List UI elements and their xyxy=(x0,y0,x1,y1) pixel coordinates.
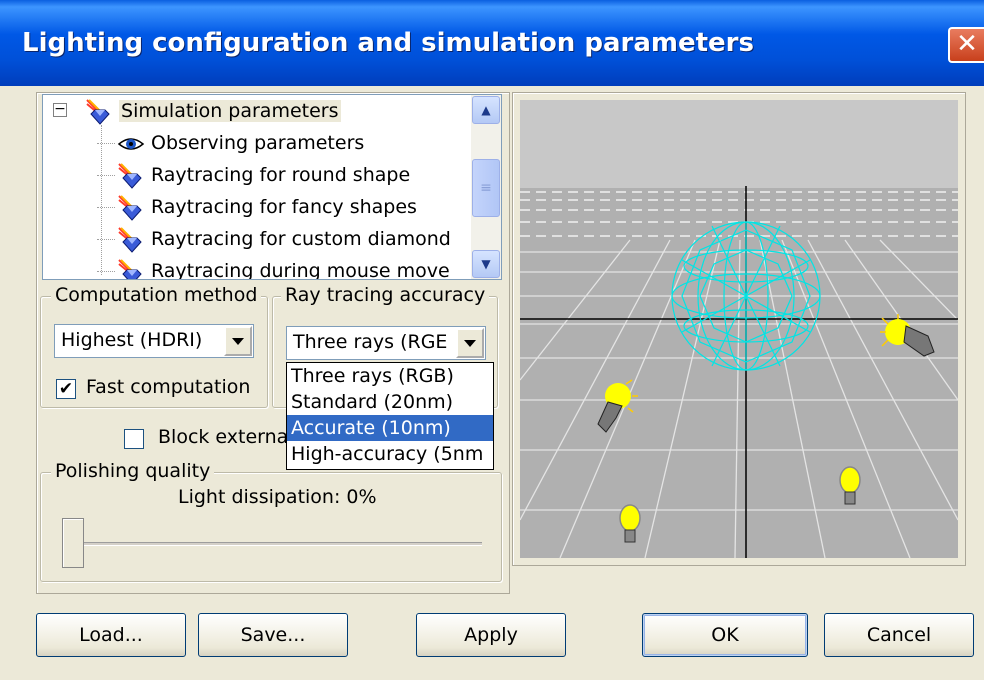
dropdown-button[interactable] xyxy=(224,326,252,356)
tree-item-raytracing-custom[interactable]: Raytracing for custom diamond xyxy=(97,223,451,255)
dropdown-button[interactable] xyxy=(456,328,484,358)
block-external-checkbox[interactable] xyxy=(124,429,144,449)
chevron-down-icon xyxy=(232,338,244,345)
tree-item-raytracing-round[interactable]: Raytracing for round shape xyxy=(97,159,411,191)
title-bar[interactable]: Lighting configuration and simulation pa… xyxy=(0,0,984,86)
eye-icon xyxy=(117,137,145,150)
fast-computation-label[interactable]: Fast computation xyxy=(86,376,250,398)
option-accurate[interactable]: Accurate (10nm) xyxy=(287,415,493,441)
gem-rainbow-icon xyxy=(118,226,142,253)
block-external-label[interactable]: Block externa xyxy=(158,426,288,448)
tree-item-raytracing-fancy[interactable]: Raytracing for fancy shapes xyxy=(97,191,417,223)
grip-icon: ≡ xyxy=(480,180,492,196)
parameters-tree[interactable]: − Simulation parameters Observing parame… xyxy=(42,94,502,280)
ray-tracing-accuracy-legend: Ray tracing accuracy xyxy=(281,283,490,307)
scene-render xyxy=(520,100,958,558)
light-dissipation-track[interactable] xyxy=(66,542,482,546)
tree-item-raytracing-mouse[interactable]: Raytracing during mouse move xyxy=(97,255,450,280)
ray-tracing-accuracy-value: Three rays (RGE xyxy=(293,331,448,353)
option-standard[interactable]: Standard (20nm) xyxy=(287,389,493,415)
gem-rainbow-icon xyxy=(118,194,142,221)
save-button[interactable]: Save... xyxy=(198,613,348,657)
ok-button[interactable]: OK xyxy=(642,613,808,657)
chevron-down-icon xyxy=(464,340,476,347)
cancel-button[interactable]: Cancel xyxy=(824,613,974,657)
option-three-rays[interactable]: Three rays (RGB) xyxy=(287,363,493,389)
chevron-down-icon: ▼ xyxy=(481,257,491,271)
tree-item-label: Simulation parameters xyxy=(119,100,341,122)
option-high-accuracy[interactable]: High-accuracy (5nm xyxy=(287,441,493,467)
tree-item-label: Raytracing during mouse move xyxy=(151,260,450,280)
scroll-thumb[interactable]: ≡ xyxy=(472,159,500,217)
apply-button[interactable]: Apply xyxy=(416,613,566,657)
scroll-down-button[interactable]: ▼ xyxy=(472,250,500,278)
window-title: Lighting configuration and simulation pa… xyxy=(22,28,754,58)
dialog-client: − Simulation parameters Observing parame… xyxy=(0,86,984,680)
computation-method-value: Highest (HDRI) xyxy=(61,329,203,351)
close-button[interactable]: ✕ xyxy=(948,27,984,63)
tree-connector-line xyxy=(101,125,102,275)
checkmark-icon: ✔ xyxy=(58,379,74,399)
simulation-preview[interactable] xyxy=(520,100,958,558)
polishing-quality-legend: Polishing quality xyxy=(51,459,215,483)
tree-item-label: Raytracing for fancy shapes xyxy=(151,196,417,218)
chevron-up-icon: ▲ xyxy=(481,103,491,117)
close-icon: ✕ xyxy=(956,29,978,59)
computation-method-legend: Computation method xyxy=(51,283,262,307)
gem-rainbow-icon xyxy=(118,258,142,279)
tree-scrollbar[interactable]: ▲ ≡ ▼ xyxy=(471,95,501,279)
tree-item-label: Raytracing for round shape xyxy=(151,164,411,186)
light-dissipation-slider[interactable] xyxy=(62,518,84,568)
computation-method-select[interactable]: Highest (HDRI) xyxy=(54,324,254,358)
tree-item-observing-parameters[interactable]: Observing parameters xyxy=(97,127,365,159)
tree-item-label: Raytracing for custom diamond xyxy=(151,228,451,250)
ray-tracing-accuracy-select[interactable]: Three rays (RGE xyxy=(286,326,486,360)
light-dissipation-label: Light dissipation: 0% xyxy=(178,486,377,508)
fast-computation-checkbox[interactable]: ✔ xyxy=(56,379,76,399)
gem-rainbow-icon xyxy=(118,162,142,189)
collapse-icon[interactable]: − xyxy=(53,102,67,117)
tree-item-simulation-parameters[interactable]: − Simulation parameters xyxy=(49,95,341,127)
tree-item-label: Observing parameters xyxy=(151,132,365,154)
gem-rainbow-icon xyxy=(86,98,110,125)
load-button[interactable]: Load... xyxy=(36,613,186,657)
ray-tracing-accuracy-list[interactable]: Three rays (RGB) Standard (20nm) Accurat… xyxy=(286,362,494,470)
scroll-up-button[interactable]: ▲ xyxy=(472,96,500,124)
